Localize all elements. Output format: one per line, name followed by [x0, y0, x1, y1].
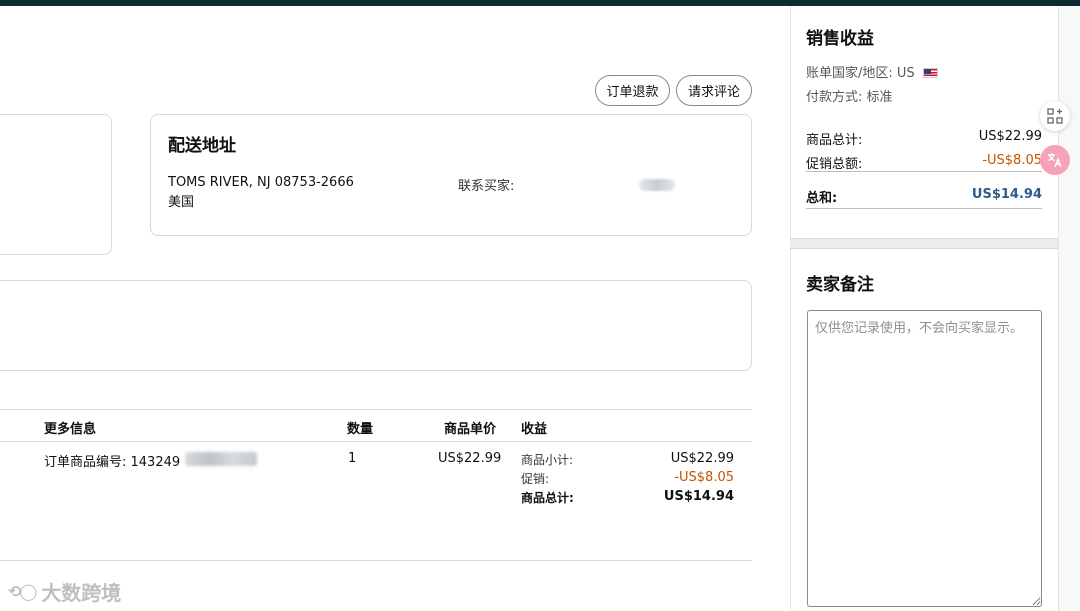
sales-income-title: 销售收益 [806, 29, 874, 49]
seller-notes-input[interactable] [807, 310, 1042, 607]
table-header-divider [0, 441, 752, 442]
order-item-id: 订单商品编号: 143249 [44, 455, 181, 470]
table-bottom-divider [0, 560, 752, 561]
request-review-button[interactable]: 请求评论 [676, 75, 752, 106]
apps-grid-icon[interactable] [1040, 101, 1070, 131]
shipping-address-title: 配送地址 [168, 136, 236, 156]
payment-method: 付款方式: 标准 [806, 90, 893, 105]
us-flag-icon [922, 67, 938, 78]
refund-order-button[interactable]: 订单退款 [595, 75, 670, 106]
contact-buyer-label: 联系买家: [458, 179, 515, 194]
table-top-divider [0, 409, 752, 410]
item-subtotal-label: 商品小计: [521, 453, 574, 467]
billing-country: 账单国家/地区: US [806, 62, 938, 81]
column-header-income: 收益 [521, 422, 548, 437]
item-quantity: 1 [348, 451, 357, 466]
item-total-value: US$14.94 [663, 489, 734, 504]
shipping-address-card: 配送地址 TOMS RIVER, NJ 08753-2666 美国 联系买家: [150, 114, 752, 236]
summary-bottom-divider [806, 208, 1042, 209]
goods-total-value: US$22.99 [978, 129, 1042, 144]
order-info-card [0, 280, 752, 371]
watermark: ⟲◯ 大数跨境 [8, 577, 121, 606]
section-gap [790, 238, 1058, 249]
summary-divider [806, 171, 1042, 172]
buyer-name-redacted[interactable] [639, 179, 675, 191]
grand-total-label: 总和: [806, 191, 838, 206]
apps-grid-glyph [1047, 108, 1063, 124]
shipping-address: TOMS RIVER, NJ 08753-2666 美国 [168, 173, 354, 213]
column-header-quantity: 数量 [347, 422, 374, 437]
item-subtotal-value: US$22.99 [670, 451, 734, 466]
grand-total-value: US$14.94 [971, 187, 1042, 202]
translate-glyph [1048, 153, 1062, 168]
item-promo-label: 促销: [521, 472, 550, 486]
grand-total-row: 总和: US$14.94 [806, 187, 1042, 206]
shipping-address-line: TOMS RIVER, NJ 08753-2666 [168, 175, 354, 190]
order-summary-card [0, 114, 112, 255]
watermark-text: 大数跨境 [41, 581, 122, 605]
scrollbar[interactable] [1058, 6, 1080, 611]
column-header-more-info: 更多信息 [44, 422, 97, 437]
goods-total-label: 商品总计: [806, 133, 863, 148]
item-promo-value: -US$8.05 [674, 470, 734, 485]
item-unit-price: US$22.99 [438, 451, 502, 466]
watermark-logo-icon: ⟲◯ [8, 582, 37, 601]
promo-total-label: 促销总额: [806, 157, 863, 172]
translate-icon[interactable] [1040, 145, 1070, 175]
shipping-country: 美国 [168, 195, 195, 210]
goods-total-row: 商品总计: US$22.99 [806, 129, 1042, 148]
seller-notes-title: 卖家备注 [806, 275, 874, 295]
item-total-label: 商品总计: [521, 491, 574, 505]
column-header-unit-price: 商品单价 [444, 422, 497, 437]
promo-total-row: 促销总额: -US$8.05 [806, 153, 1042, 172]
order-item-id-redacted [185, 452, 257, 466]
billing-country-text: 账单国家/地区: US [806, 66, 915, 81]
promo-total-value: -US$8.05 [982, 153, 1042, 168]
